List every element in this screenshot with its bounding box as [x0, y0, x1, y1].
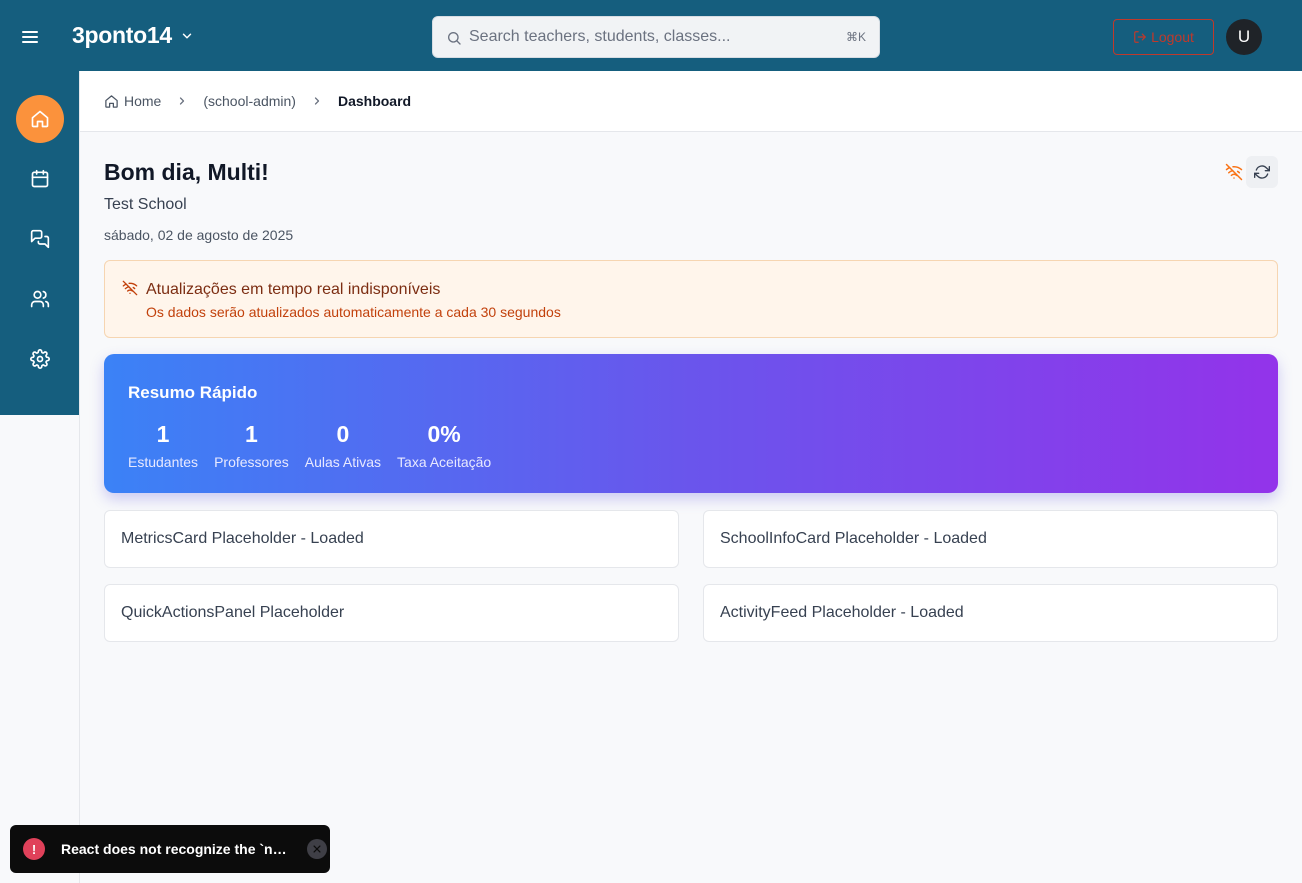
calendar-icon: [31, 169, 49, 188]
quick-actions-panel: QuickActionsPanel Placeholder: [104, 584, 679, 642]
breadcrumb-home[interactable]: Home: [104, 93, 161, 109]
error-toast[interactable]: ! React does not recognize the `nullValu…: [10, 825, 330, 873]
close-icon: [313, 845, 321, 853]
alert-title: Atualizações em tempo real indisponíveis: [146, 281, 441, 298]
stat-value: 1: [245, 421, 258, 447]
hamburger-menu-icon: [22, 31, 38, 43]
breadcrumb: Home (school-admin) Dashboard: [104, 93, 411, 109]
breadcrumb-section[interactable]: (school-admin): [203, 93, 296, 109]
page-title: Bom dia, Multi!: [104, 159, 269, 185]
realtime-alert: Atualizações em tempo real indisponíveis…: [104, 260, 1278, 338]
chat-icon: [30, 229, 50, 249]
sidebar-item-messages[interactable]: [16, 215, 64, 263]
settings-icon: [30, 349, 50, 369]
brand-name: 3ponto14: [72, 22, 172, 48]
menu-button[interactable]: [18, 25, 42, 49]
activity-feed: ActivityFeed Placeholder - Loaded: [703, 584, 1278, 642]
logout-label: Logout: [1151, 29, 1194, 45]
wifi-off-icon: [1225, 163, 1243, 181]
school-info-card: SchoolInfoCard Placeholder - Loaded: [703, 510, 1278, 568]
stat-value: 0: [336, 421, 350, 447]
stat-label: Aulas Ativas: [304, 454, 382, 470]
toast-close-button[interactable]: [307, 839, 327, 859]
sidebar-item-settings[interactable]: [16, 335, 64, 383]
stat-label: Taxa Aceitação: [397, 454, 492, 470]
stat-value: 1: [156, 421, 170, 447]
breadcrumb-current: Dashboard: [337, 93, 412, 109]
sidebar: [0, 71, 79, 415]
summary-stats: 1 Estudantes 1 Professores 0 Aulas Ativa…: [128, 421, 507, 470]
toast-message: React does not recognize the `nullValue`…: [61, 841, 293, 857]
user-avatar[interactable]: U: [1226, 19, 1262, 55]
error-icon: !: [23, 838, 45, 860]
global-search: ⌘K: [432, 16, 880, 58]
school-name: Test School: [104, 196, 187, 213]
search-shortcut: ⌘K: [845, 30, 866, 44]
quick-summary-card: Resumo Rápido 1 Estudantes 1 Professores…: [104, 354, 1278, 493]
refresh-icon: [1254, 165, 1270, 179]
sidebar-divider: [79, 71, 80, 883]
wifi-off-icon: [122, 280, 138, 296]
alert-message: Os dados serão atualizados automaticamen…: [146, 304, 561, 320]
school-switcher[interactable]: 3ponto14: [72, 22, 194, 49]
stat-students: 1 Estudantes: [128, 421, 198, 470]
stat-active-classes: 0 Aulas Ativas: [305, 421, 381, 470]
home-icon: [105, 94, 118, 108]
current-date: sábado, 02 de agosto de 2025: [104, 227, 294, 243]
chevron-right-icon: [314, 97, 320, 105]
home-icon: [31, 110, 49, 128]
sidebar-item-calendar[interactable]: [16, 155, 64, 203]
stat-label: Estudantes: [128, 454, 199, 470]
stat-label: Professores: [214, 454, 289, 470]
refresh-button[interactable]: [1246, 156, 1278, 188]
stat-teachers: 1 Professores: [214, 421, 289, 470]
logout-icon: [1134, 31, 1146, 43]
stat-value: 0%: [427, 421, 461, 447]
users-icon: [30, 290, 50, 308]
breadcrumb-home-label: Home: [124, 93, 162, 109]
metrics-card: MetricsCard Placeholder - Loaded: [104, 510, 679, 568]
logout-button[interactable]: Logout: [1113, 19, 1214, 55]
sidebar-item-home[interactable]: [16, 95, 64, 143]
stat-acceptance-rate: 0% Taxa Aceitação: [397, 421, 491, 470]
search-input[interactable]: [469, 17, 839, 57]
chevron-right-icon: [180, 97, 185, 105]
breadcrumb-bar: Home (school-admin) Dashboard: [80, 71, 1302, 132]
summary-title: Resumo Rápido: [128, 383, 258, 402]
sidebar-item-users[interactable]: [16, 275, 64, 323]
chevron-down-icon: [182, 33, 192, 38]
top-bar: 3ponto14 ⌘K Logout U: [0, 0, 1302, 71]
search-icon: [448, 32, 461, 45]
